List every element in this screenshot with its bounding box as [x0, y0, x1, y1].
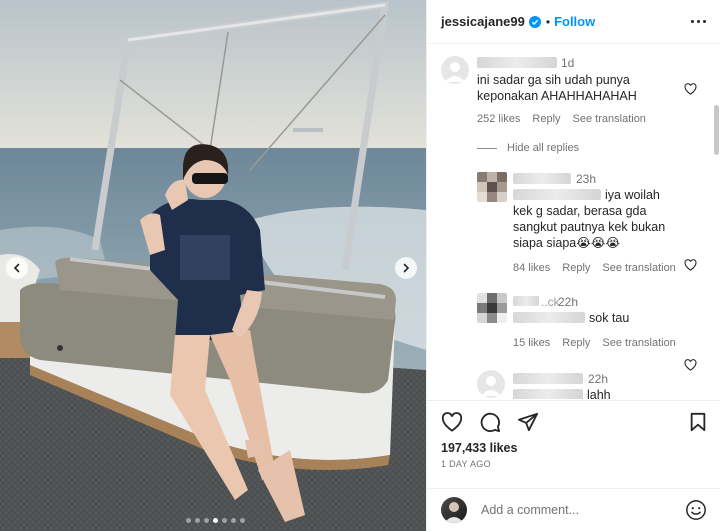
comment-composer	[427, 488, 720, 531]
reply-reply-button[interactable]: Reply	[562, 262, 590, 274]
replies-divider-line	[477, 147, 497, 149]
add-comment-input[interactable]	[481, 503, 685, 517]
post-photo[interactable]	[0, 0, 426, 531]
reply-meta-row: 84 likes Reply See translation	[513, 262, 676, 274]
post-sidebar: jessicajane99 • Follow 1d ini sadar ga s…	[426, 0, 720, 531]
post-actions: 197,433 likes 1 DAY AGO	[427, 400, 720, 488]
reply-avatar-pixelated[interactable]	[477, 172, 507, 202]
emoji-icon[interactable]	[685, 499, 707, 521]
reply-item: 23h iya woilah kek g sadar, berasa gda s…	[427, 165, 720, 280]
reply-username-blurred[interactable]	[513, 373, 583, 384]
comments-list[interactable]: 1d ini sadar ga sih udah punya keponakan…	[427, 45, 720, 399]
comment-meta-row: 252 likes Reply See translation	[477, 113, 646, 125]
action-icons-row	[441, 411, 707, 433]
reply-item: 22h lahh	[427, 367, 720, 399]
hide-replies-label: Hide all replies	[507, 142, 580, 154]
comment-item: 1d ini sadar ga sih udah punya keponakan…	[427, 45, 720, 135]
chevron-left-icon	[13, 263, 20, 273]
reply-translation-button[interactable]: See translation	[602, 337, 675, 349]
reply-mention-blurred	[513, 189, 601, 200]
reply-username-blurred[interactable]	[513, 173, 571, 184]
reply-translation-button[interactable]: See translation	[602, 262, 675, 274]
comment-likes-count[interactable]: 252 likes	[477, 113, 520, 125]
boat-photo-illustration	[0, 0, 426, 531]
commenter-username-blurred[interactable]	[477, 57, 557, 68]
bookmark-icon[interactable]	[689, 412, 707, 432]
post-author-username[interactable]: jessicajane99	[441, 14, 525, 29]
carousel-dot	[204, 518, 209, 523]
carousel-dot	[222, 518, 227, 523]
reply-text: sok tau	[589, 311, 630, 325]
commenter-avatar[interactable]	[441, 56, 469, 84]
more-options-icon[interactable]	[691, 20, 706, 23]
carousel-dot-active	[213, 518, 218, 523]
current-user-avatar	[441, 497, 467, 523]
comment-text-line: ini sadar ga sih udah punya	[477, 73, 630, 87]
comment-like-heart-icon[interactable]	[684, 83, 697, 95]
reply-likes-count[interactable]: 15 likes	[513, 337, 550, 349]
reply-meta-row: 15 likes Reply See translation	[513, 337, 676, 349]
reply-reply-button[interactable]: Reply	[562, 337, 590, 349]
reply-time: 22h	[558, 295, 579, 309]
next-photo-button[interactable]	[395, 257, 417, 279]
share-icon[interactable]	[517, 412, 539, 432]
carousel-dot	[240, 518, 245, 523]
heart-icon[interactable]	[441, 412, 463, 432]
reply-item: ..ck 22h sok tau 15 likes Reply See tran…	[427, 290, 720, 371]
reply-username-fragment: ..ck	[541, 295, 560, 309]
post-timestamp[interactable]: 1 DAY AGO	[441, 459, 707, 469]
comment-icon[interactable]	[479, 411, 501, 433]
reply-username-blurred[interactable]	[513, 296, 539, 306]
reply-text-line: iya woilah	[605, 188, 660, 202]
reply-like-heart-icon[interactable]	[684, 259, 697, 271]
reply-time: 23h	[576, 172, 597, 186]
reply-mention-blurred	[513, 312, 585, 323]
comment-time: 1d	[561, 56, 575, 70]
post-header: jessicajane99 • Follow	[427, 0, 720, 44]
reply-text-line: kek g sadar, berasa gda	[513, 204, 647, 218]
comment-text-line: keponakan AHAHHAHAHAH	[477, 89, 637, 103]
verified-badge-icon	[528, 15, 541, 28]
reply-mention-blurred	[513, 389, 583, 399]
follow-button[interactable]: Follow	[554, 14, 595, 29]
reply-likes-count[interactable]: 84 likes	[513, 262, 550, 274]
reply-text: lahh	[587, 388, 611, 399]
reply-text-line: siapa siapa😭😭😭	[513, 236, 621, 250]
reply-avatar[interactable]	[477, 370, 505, 398]
reply-avatar-pixelated[interactable]	[477, 293, 507, 323]
post-likes-count[interactable]: 197,433 likes	[441, 441, 707, 455]
previous-photo-button[interactable]	[6, 257, 28, 279]
comment-translation-button[interactable]: See translation	[573, 113, 646, 125]
carousel-dot	[195, 518, 200, 523]
carousel-dot	[231, 518, 236, 523]
carousel-dots	[186, 518, 245, 523]
reply-text-line: sangkut pautnya kek bukan	[513, 220, 666, 234]
header-separator: •	[545, 14, 551, 29]
hide-replies-button[interactable]: Hide all replies	[477, 142, 579, 154]
chevron-right-icon	[403, 263, 410, 273]
carousel-dot	[186, 518, 191, 523]
comment-reply-button[interactable]: Reply	[532, 113, 560, 125]
reply-time: 22h	[588, 372, 609, 386]
